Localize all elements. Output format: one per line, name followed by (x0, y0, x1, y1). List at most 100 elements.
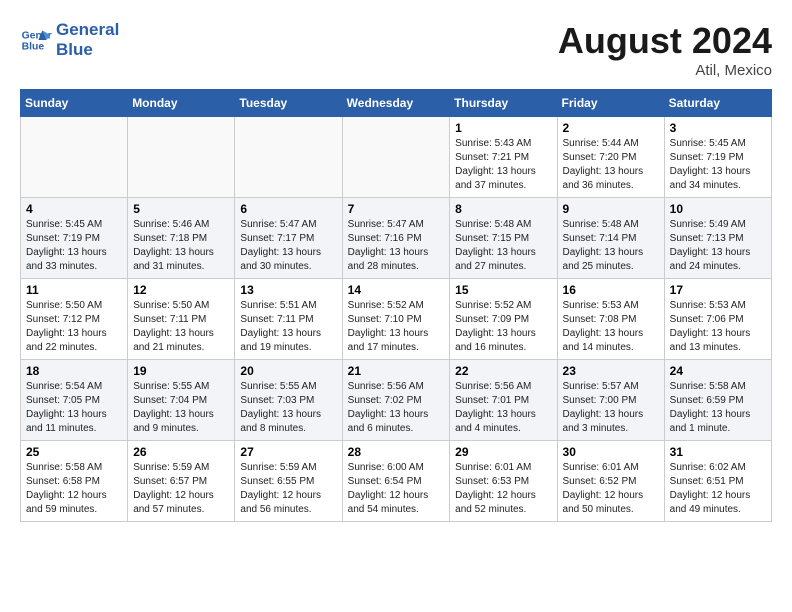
day-number: 10 (670, 202, 766, 216)
calendar-day-cell: 2Sunrise: 5:44 AMSunset: 7:20 PMDaylight… (557, 117, 664, 198)
day-info: Sunrise: 5:55 AMSunset: 7:03 PMDaylight:… (240, 380, 336, 436)
day-number: 29 (455, 445, 551, 459)
calendar-week-row: 18 Sunrise: 5:54 AMSunset: 7:05 PMDayligh… (21, 360, 772, 441)
day-info: Sunrise: 6:02 AMSunset: 6:51 PMDaylight:… (670, 461, 766, 517)
calendar-day-cell (21, 117, 128, 198)
day-of-week-header: Wednesday (342, 90, 450, 117)
location: Atil, Mexico (558, 62, 772, 79)
day-number: 3 (670, 121, 766, 135)
calendar-day-cell: 23 Sunrise: 5:57 AMSunset: 7:00 PMDayligh… (557, 360, 664, 441)
day-info: Sunrise: 5:54 AMSunset: 7:05 PMDaylight:… (26, 380, 122, 436)
calendar-week-row: 1 Sunrise: 5:43 AMSunset: 7:21 PMDaylight… (21, 117, 772, 198)
day-info: Sunrise: 5:48 AMSunset: 7:14 PMDaylight:… (563, 218, 659, 274)
day-number: 25 (26, 445, 122, 459)
day-info: Sunrise: 5:43 AMSunset: 7:21 PMDaylight:… (455, 137, 551, 193)
day-number: 2 (563, 121, 659, 135)
calendar-day-cell: 26Sunrise: 5:59 AMSunset: 6:57 PMDayligh… (128, 441, 235, 522)
calendar-day-cell: 20 Sunrise: 5:55 AMSunset: 7:03 PMDayligh… (235, 360, 342, 441)
day-of-week-header: Friday (557, 90, 664, 117)
day-number: 17 (670, 283, 766, 297)
calendar-day-cell (128, 117, 235, 198)
day-number: 21 (348, 364, 445, 378)
logo-line2: Blue (56, 40, 119, 60)
calendar-day-cell: 18 Sunrise: 5:54 AMSunset: 7:05 PMDayligh… (21, 360, 128, 441)
calendar-day-cell: 27Sunrise: 5:59 AMSunset: 6:55 PMDayligh… (235, 441, 342, 522)
day-info: Sunrise: 5:58 AMSunset: 6:59 PMDaylight:… (670, 380, 766, 436)
day-number: 14 (348, 283, 445, 297)
calendar-day-cell: 19Sunrise: 5:55 AMSunset: 7:04 PMDayligh… (128, 360, 235, 441)
month-title: August 2024 (558, 20, 772, 62)
day-info: Sunrise: 5:56 AMSunset: 7:01 PMDaylight:… (455, 380, 551, 436)
day-number: 18 (26, 364, 122, 378)
day-info: Sunrise: 5:45 AMSunset: 7:19 PMDaylight:… (670, 137, 766, 193)
page-header: General Blue General Blue August 2024 At… (20, 20, 772, 79)
day-info: Sunrise: 6:00 AMSunset: 6:54 PMDaylight:… (348, 461, 445, 517)
calendar-day-cell: 15 Sunrise: 5:52 AMSunset: 7:09 PMDayligh… (450, 279, 557, 360)
day-of-week-header: Monday (128, 90, 235, 117)
calendar-day-cell (235, 117, 342, 198)
calendar-day-cell: 30Sunrise: 6:01 AMSunset: 6:52 PMDayligh… (557, 441, 664, 522)
day-of-week-header: Saturday (664, 90, 771, 117)
calendar-day-cell: 3 Sunrise: 5:45 AMSunset: 7:19 PMDaylight… (664, 117, 771, 198)
day-number: 4 (26, 202, 122, 216)
calendar-day-cell: 10Sunrise: 5:49 AMSunset: 7:13 PMDayligh… (664, 198, 771, 279)
day-number: 7 (348, 202, 445, 216)
day-info: Sunrise: 5:53 AMSunset: 7:08 PMDaylight:… (563, 299, 659, 355)
day-number: 9 (563, 202, 659, 216)
day-number: 20 (240, 364, 336, 378)
day-info: Sunrise: 5:57 AMSunset: 7:00 PMDaylight:… (563, 380, 659, 436)
day-of-week-header: Thursday (450, 90, 557, 117)
calendar-day-cell: 24 Sunrise: 5:58 AMSunset: 6:59 PMDayligh… (664, 360, 771, 441)
day-info: Sunrise: 6:01 AMSunset: 6:52 PMDaylight:… (563, 461, 659, 517)
day-info: Sunrise: 5:51 AMSunset: 7:11 PMDaylight:… (240, 299, 336, 355)
logo-line1: General (56, 20, 119, 40)
day-info: Sunrise: 5:47 AMSunset: 7:16 PMDaylight:… (348, 218, 445, 274)
day-info: Sunrise: 5:48 AMSunset: 7:15 PMDaylight:… (455, 218, 551, 274)
day-number: 23 (563, 364, 659, 378)
calendar-week-row: 25 Sunrise: 5:58 AMSunset: 6:58 PMDayligh… (21, 441, 772, 522)
day-number: 1 (455, 121, 551, 135)
calendar-week-row: 11Sunrise: 5:50 AMSunset: 7:12 PMDayligh… (21, 279, 772, 360)
calendar-day-cell: 9 Sunrise: 5:48 AMSunset: 7:14 PMDaylight… (557, 198, 664, 279)
calendar-week-row: 4 Sunrise: 5:45 AMSunset: 7:19 PMDaylight… (21, 198, 772, 279)
day-number: 5 (133, 202, 229, 216)
calendar-day-cell: 22 Sunrise: 5:56 AMSunset: 7:01 PMDayligh… (450, 360, 557, 441)
calendar-day-cell: 28 Sunrise: 6:00 AMSunset: 6:54 PMDayligh… (342, 441, 450, 522)
day-number: 13 (240, 283, 336, 297)
calendar-day-cell: 21 Sunrise: 5:56 AMSunset: 7:02 PMDayligh… (342, 360, 450, 441)
day-info: Sunrise: 5:59 AMSunset: 6:57 PMDaylight:… (133, 461, 229, 517)
day-info: Sunrise: 5:45 AMSunset: 7:19 PMDaylight:… (26, 218, 122, 274)
day-number: 31 (670, 445, 766, 459)
logo: General Blue General Blue (20, 20, 119, 59)
day-number: 24 (670, 364, 766, 378)
calendar-day-cell (342, 117, 450, 198)
day-number: 28 (348, 445, 445, 459)
day-of-week-header: Sunday (21, 90, 128, 117)
day-number: 15 (455, 283, 551, 297)
day-number: 22 (455, 364, 551, 378)
calendar-day-cell: 12Sunrise: 5:50 AMSunset: 7:11 PMDayligh… (128, 279, 235, 360)
calendar-day-cell: 11Sunrise: 5:50 AMSunset: 7:12 PMDayligh… (21, 279, 128, 360)
calendar-day-cell: 5Sunrise: 5:46 AMSunset: 7:18 PMDaylight… (128, 198, 235, 279)
day-number: 8 (455, 202, 551, 216)
day-of-week-header: Tuesday (235, 90, 342, 117)
calendar-day-cell: 4 Sunrise: 5:45 AMSunset: 7:19 PMDaylight… (21, 198, 128, 279)
day-info: Sunrise: 5:47 AMSunset: 7:17 PMDaylight:… (240, 218, 336, 274)
calendar-day-cell: 17Sunrise: 5:53 AMSunset: 7:06 PMDayligh… (664, 279, 771, 360)
day-info: Sunrise: 5:58 AMSunset: 6:58 PMDaylight:… (26, 461, 122, 517)
svg-text:Blue: Blue (22, 41, 45, 52)
day-number: 11 (26, 283, 122, 297)
calendar-day-cell: 6Sunrise: 5:47 AMSunset: 7:17 PMDaylight… (235, 198, 342, 279)
day-info: Sunrise: 5:59 AMSunset: 6:55 PMDaylight:… (240, 461, 336, 517)
calendar-day-cell: 29Sunrise: 6:01 AMSunset: 6:53 PMDayligh… (450, 441, 557, 522)
calendar-day-cell: 14 Sunrise: 5:52 AMSunset: 7:10 PMDayligh… (342, 279, 450, 360)
calendar-day-cell: 31 Sunrise: 6:02 AMSunset: 6:51 PMDayligh… (664, 441, 771, 522)
logo-icon: General Blue (20, 24, 52, 56)
day-info: Sunrise: 5:50 AMSunset: 7:11 PMDaylight:… (133, 299, 229, 355)
calendar-day-cell: 7 Sunrise: 5:47 AMSunset: 7:16 PMDaylight… (342, 198, 450, 279)
day-info: Sunrise: 5:56 AMSunset: 7:02 PMDaylight:… (348, 380, 445, 436)
day-info: Sunrise: 5:52 AMSunset: 7:10 PMDaylight:… (348, 299, 445, 355)
calendar-table: SundayMondayTuesdayWednesdayThursdayFrid… (20, 89, 772, 522)
day-info: Sunrise: 5:55 AMSunset: 7:04 PMDaylight:… (133, 380, 229, 436)
day-info: Sunrise: 5:52 AMSunset: 7:09 PMDaylight:… (455, 299, 551, 355)
